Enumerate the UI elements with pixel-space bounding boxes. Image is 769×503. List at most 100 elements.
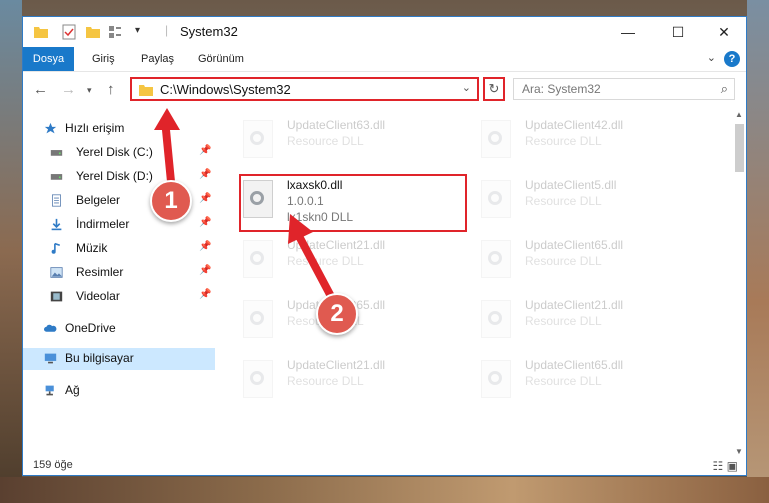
search-placeholder: Ara: System32 — [522, 82, 601, 96]
properties-icon[interactable] — [61, 24, 77, 40]
music-icon — [51, 242, 61, 254]
pin-icon[interactable]: 📌 — [199, 289, 211, 300]
file-type: Resource DLL — [525, 314, 602, 328]
address-path: C:\Windows\System32 — [160, 82, 291, 97]
close-button[interactable]: ✕ — [701, 17, 747, 47]
refresh-button[interactable]: ↻ — [483, 77, 505, 101]
dll-file-icon — [243, 240, 273, 278]
search-input[interactable]: Ara: System32 ⌕ — [513, 78, 735, 100]
pin-icon[interactable]: 📌 — [199, 145, 211, 156]
tab-view[interactable]: Görünüm — [198, 47, 244, 71]
vertical-scrollbar[interactable]: ▲ ▼ — [733, 108, 746, 458]
sidebar-item-pictures[interactable]: Resimler 📌 — [23, 262, 213, 284]
pin-icon[interactable]: 📌 — [199, 193, 211, 204]
minimize-button[interactable]: — — [605, 17, 651, 47]
explorer-window: ▾ | System32 — ☐ ✕ Dosya Giriş Paylaş Gö… — [22, 16, 747, 476]
file-type: Resource DLL — [525, 194, 602, 208]
navigation-bar: ← → ▾ ↑ C:\Windows\System32 ⌄ ↻ Ara: Sys… — [23, 72, 746, 108]
pictures-icon — [50, 267, 63, 278]
file-type: Resource DLL — [525, 254, 602, 268]
sidebar-item-onedrive[interactable]: OneDrive — [23, 318, 213, 340]
back-icon[interactable]: ← — [33, 81, 48, 98]
folder-icon — [34, 27, 48, 38]
desktop-background-right — [747, 0, 769, 503]
list-item[interactable]: UpdateClient21.dll Resource DLL — [237, 354, 467, 410]
sidebar-item-network[interactable]: Ağ — [23, 380, 213, 402]
tab-file[interactable]: Dosya — [23, 47, 74, 71]
highlight-box — [239, 174, 467, 232]
title-divider: | — [165, 23, 169, 37]
sidebar-item-label: Yerel Disk (D:) — [76, 169, 153, 183]
dll-file-icon — [481, 240, 511, 278]
videos-icon — [50, 291, 63, 302]
dll-file-icon — [481, 300, 511, 338]
sidebar-item-label: Bu bilgisayar — [65, 351, 134, 365]
tab-home[interactable]: Giriş — [92, 47, 115, 71]
dll-file-icon — [481, 120, 511, 158]
sidebar-item-label: İndirmeler — [76, 217, 130, 231]
computer-icon — [44, 353, 57, 364]
download-icon — [51, 218, 62, 231]
pin-icon[interactable]: 📌 — [199, 217, 211, 228]
address-dropdown-icon[interactable]: ⌄ — [462, 81, 471, 94]
sidebar-item-label: Yerel Disk (C:) — [76, 145, 153, 159]
scrollbar-thumb[interactable] — [735, 124, 744, 172]
dll-file-icon — [243, 120, 273, 158]
desktop-background-bottom — [0, 477, 769, 503]
list-item[interactable]: UpdateClient65.dll Resource DLL — [475, 354, 705, 410]
sidebar-item-label: Müzik — [76, 241, 108, 255]
file-type: Resource DLL — [287, 374, 364, 388]
list-item[interactable]: UpdateClient63.dll Resource DLL — [237, 114, 467, 170]
address-bar[interactable]: C:\Windows\System32 ⌄ — [130, 77, 479, 101]
sidebar-item-this-pc[interactable]: Bu bilgisayar — [23, 348, 215, 370]
dll-file-icon — [481, 180, 511, 218]
sidebar-item-label: Belgeler — [76, 193, 121, 207]
pin-icon[interactable]: 📌 — [199, 169, 211, 180]
view-options-icon[interactable] — [107, 24, 123, 40]
title-bar: ▾ | System32 — ☐ ✕ — [23, 17, 746, 47]
pin-icon[interactable]: 📌 — [199, 265, 211, 276]
maximize-button[interactable]: ☐ — [655, 17, 701, 47]
file-name: UpdateClient42.dll — [525, 118, 624, 132]
list-item[interactable]: UpdateClient21.dll Resource DLL — [475, 294, 705, 350]
help-icon[interactable]: ? — [724, 51, 740, 67]
large-icons-view-icon[interactable]: ▣ — [727, 459, 738, 473]
recent-locations-icon[interactable]: ▾ — [87, 85, 92, 96]
scroll-up-icon[interactable]: ▲ — [735, 110, 743, 119]
file-list: UpdateClient63.dll Resource DLL UpdateCli… — [237, 112, 733, 457]
customize-toolbar-chevron-icon[interactable]: ▾ — [135, 25, 140, 36]
sidebar-item-label: Hızlı erişim — [65, 121, 125, 135]
dll-file-icon — [243, 360, 273, 398]
sidebar-item-quick-access[interactable]: Hızlı erişim — [23, 118, 213, 140]
new-folder-icon[interactable] — [85, 24, 101, 40]
expand-ribbon-icon[interactable]: ⌄ — [707, 51, 716, 64]
list-item[interactable]: UpdateClient65.dll Resource DLL — [475, 234, 705, 290]
file-type: Resource DLL — [287, 134, 364, 148]
step-1-badge: 1 — [150, 180, 192, 222]
list-item[interactable]: UpdateClient21.dll Resource DLL — [237, 234, 467, 290]
forward-icon[interactable]: → — [61, 81, 76, 98]
list-item[interactable]: UpdateClient42.dll Resource DLL — [475, 114, 705, 170]
sidebar-item-drive-c[interactable]: Yerel Disk (C:) 📌 — [23, 142, 213, 164]
window-title: System32 — [180, 24, 238, 39]
file-type: Resource DLL — [525, 374, 602, 388]
sidebar-item-label: Resimler — [76, 265, 124, 279]
sidebar-item-videos[interactable]: Videolar 📌 — [23, 286, 213, 308]
list-item[interactable]: UpdateClient5.dll Resource DLL — [475, 174, 705, 230]
sidebar-item-label: Ağ — [65, 383, 80, 397]
step-2-badge: 2 — [316, 293, 358, 335]
view-toggle: ☷ ▣ — [713, 459, 738, 473]
file-name: UpdateClient65.dll — [525, 358, 624, 372]
drive-icon — [50, 150, 63, 156]
details-view-icon[interactable]: ☷ — [713, 459, 724, 473]
up-icon[interactable]: ↑ — [107, 81, 115, 98]
folder-icon — [139, 85, 153, 96]
pin-icon[interactable]: 📌 — [199, 241, 211, 252]
sidebar-item-music[interactable]: Müzik 📌 — [23, 238, 213, 260]
sidebar-item-downloads[interactable]: İndirmeler 📌 — [23, 214, 213, 236]
scroll-down-icon[interactable]: ▼ — [735, 447, 743, 456]
tab-share[interactable]: Paylaş — [141, 47, 174, 71]
search-icon: ⌕ — [720, 81, 728, 96]
dll-file-icon — [243, 300, 273, 338]
file-name: UpdateClient63.dll — [287, 118, 386, 132]
